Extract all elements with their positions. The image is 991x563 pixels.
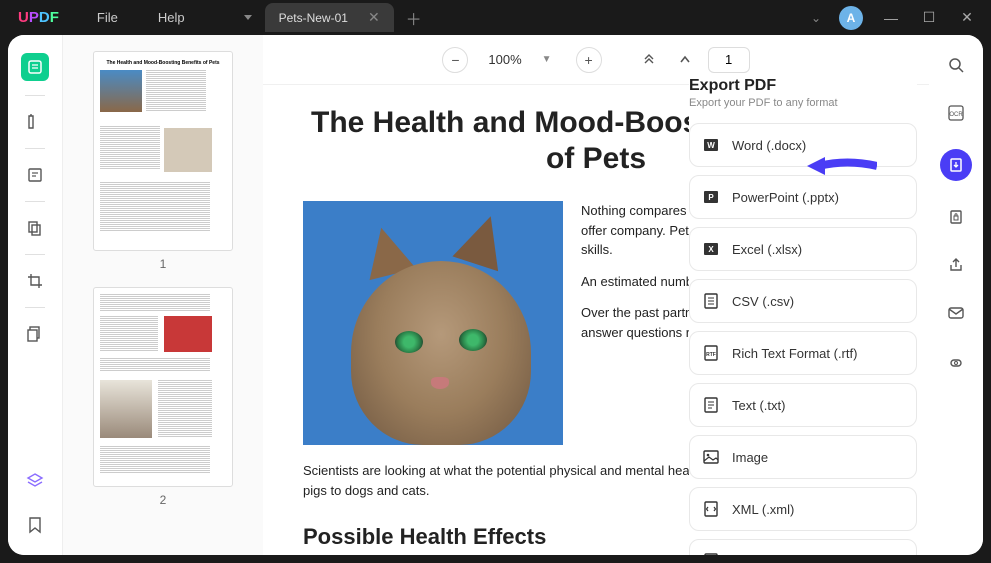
svg-text:OCR: OCR: [949, 112, 963, 118]
export-subtitle: Export your PDF to any format: [689, 97, 917, 109]
powerpoint-icon: P: [702, 188, 720, 206]
text-icon: [702, 396, 720, 414]
email-icon[interactable]: [944, 301, 968, 325]
zoom-in-button[interactable]: +: [576, 47, 602, 73]
image-icon: [702, 448, 720, 466]
left-toolbar: [8, 35, 63, 555]
thumbnail-page-1[interactable]: The Health and Mood-Boosting Benefits of…: [81, 51, 245, 271]
search-icon[interactable]: [944, 53, 968, 77]
edit-icon[interactable]: [23, 110, 47, 134]
print-icon[interactable]: [944, 349, 968, 373]
export-csv[interactable]: CSV (.csv): [689, 279, 917, 323]
svg-text:P: P: [708, 193, 714, 202]
avatar[interactable]: A: [839, 6, 863, 30]
export-icon[interactable]: [940, 149, 972, 181]
csv-icon: [702, 292, 720, 310]
export-label: Image: [732, 450, 768, 465]
maximize-button[interactable]: ☐: [919, 9, 939, 26]
thumb-number-2: 2: [81, 493, 245, 507]
annotation-arrow: [807, 151, 877, 181]
export-label: PowerPoint (.pptx): [732, 190, 839, 205]
excel-icon: X: [702, 240, 720, 258]
export-title: Export PDF: [689, 77, 917, 97]
xml-icon: [702, 500, 720, 518]
export-word[interactable]: W Word (.docx): [689, 123, 917, 167]
close-icon[interactable]: ✕: [368, 9, 380, 26]
document-image: [303, 201, 563, 445]
svg-text:W: W: [707, 141, 715, 150]
thumbnail-page-2[interactable]: 2: [81, 287, 245, 507]
tab-title: Pets-New-01: [279, 11, 348, 25]
thumb-title-1: The Health and Mood-Boosting Benefits of…: [102, 60, 224, 66]
tab-area: Pets-New-01 ✕ ＋: [235, 3, 422, 32]
export-excel[interactable]: X Excel (.xlsx): [689, 227, 917, 271]
pages-icon[interactable]: [23, 322, 47, 346]
export-label: XML (.xml): [732, 502, 794, 517]
menu-file[interactable]: File: [77, 10, 138, 25]
zoom-dropdown-icon[interactable]: ▼: [542, 54, 562, 65]
document-tab[interactable]: Pets-New-01 ✕: [265, 3, 394, 32]
menu-help[interactable]: Help: [138, 10, 205, 25]
rtf-icon: RTF: [702, 344, 720, 362]
organize-icon[interactable]: [23, 216, 47, 240]
titlebar-right: ⌄ A — ☐ ✕: [811, 6, 991, 30]
export-rtf[interactable]: RTF Rich Text Format (.rtf): [689, 331, 917, 375]
export-label: Rich Text Format (.rtf): [732, 346, 857, 361]
export-panel: Export PDF Export your PDF to any format…: [689, 77, 917, 555]
export-label: Excel (.xlsx): [732, 242, 802, 257]
thumb-number-1: 1: [81, 257, 245, 271]
export-html[interactable]: HTML (.html): [689, 539, 917, 555]
tab-indicator-icon[interactable]: [235, 7, 261, 29]
chevron-down-icon[interactable]: ⌄: [811, 11, 821, 25]
close-button[interactable]: ✕: [957, 9, 977, 26]
page-first-button[interactable]: [636, 47, 662, 73]
app-logo: UPDF: [0, 9, 77, 26]
zoom-level: 100%: [482, 52, 527, 67]
svg-text:X: X: [708, 245, 714, 254]
export-powerpoint[interactable]: P PowerPoint (.pptx): [689, 175, 917, 219]
html-icon: [702, 552, 720, 555]
export-label: CSV (.csv): [732, 294, 794, 309]
crop-icon[interactable]: [23, 269, 47, 293]
share-icon[interactable]: [944, 253, 968, 277]
page-prev-button[interactable]: [672, 47, 698, 73]
export-label: Word (.docx): [732, 138, 806, 153]
ocr-icon[interactable]: OCR: [944, 101, 968, 125]
svg-text:RTF: RTF: [706, 352, 716, 358]
export-xml[interactable]: XML (.xml): [689, 487, 917, 531]
word-icon: W: [702, 136, 720, 154]
reader-icon[interactable]: [21, 53, 49, 81]
protect-icon[interactable]: [944, 205, 968, 229]
zoom-out-button[interactable]: −: [442, 47, 468, 73]
titlebar: UPDF File Help Pets-New-01 ✕ ＋ ⌄ A — ☐ ✕: [0, 0, 991, 35]
minimize-button[interactable]: —: [881, 10, 901, 26]
thumbnail-panel: The Health and Mood-Boosting Benefits of…: [63, 35, 263, 555]
export-label: Text (.txt): [732, 398, 785, 413]
export-label: HTML (.html): [732, 554, 807, 556]
workspace: The Health and Mood-Boosting Benefits of…: [8, 35, 983, 555]
layers-icon[interactable]: [23, 469, 47, 493]
page-input[interactable]: [708, 47, 750, 73]
annotate-icon[interactable]: [23, 163, 47, 187]
add-tab-button[interactable]: ＋: [406, 6, 422, 30]
export-text[interactable]: Text (.txt): [689, 383, 917, 427]
export-image[interactable]: Image: [689, 435, 917, 479]
right-toolbar: OCR: [929, 35, 983, 555]
bookmark-icon[interactable]: [23, 513, 47, 537]
